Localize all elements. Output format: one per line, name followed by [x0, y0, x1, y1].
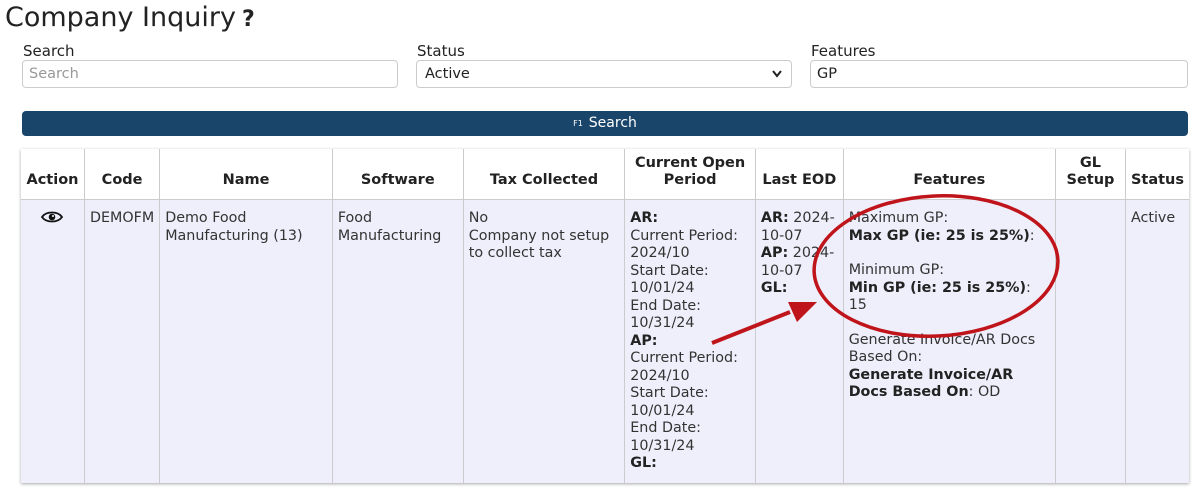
- features-cell: Maximum GP: Max GP (ie: 25 is 25%): Mini…: [842, 199, 1056, 483]
- last-eod-cell: AR: 2024-10-07 AP: 2024-10-07 GL:: [754, 199, 844, 483]
- col-status: Status: [1124, 149, 1189, 200]
- feature-gen-title: Generate Invoice/AR Docs Based On:: [848, 331, 1036, 366]
- question-icon[interactable]: ?: [242, 7, 255, 32]
- features-input[interactable]: [810, 60, 1188, 88]
- status-select-value: Active: [425, 66, 470, 82]
- tax-note: Company not setup to collect tax: [468, 227, 610, 262]
- eod-ar-label: AR:: [760, 210, 789, 226]
- col-gl-setup: GL Setup: [1054, 149, 1126, 200]
- col-last-eod: Last EOD: [754, 149, 844, 200]
- search-button-label: Search: [588, 115, 637, 131]
- search-input[interactable]: [22, 60, 398, 88]
- eod-gl-label: GL:: [760, 280, 788, 296]
- feature-min-label: Min GP (ie: 25 is 25%): [848, 279, 1027, 296]
- period-ar-start: Start Date: 10/01/24: [630, 262, 709, 297]
- col-action: Action: [21, 149, 85, 200]
- features-label: Features: [811, 42, 876, 60]
- feature-max-label: Max GP (ie: 25 is 25%): [848, 227, 1030, 244]
- action-cell: [21, 199, 85, 483]
- page-title: Company Inquiry?: [5, 2, 255, 33]
- status-label: Status: [417, 42, 465, 60]
- search-label: Search: [23, 42, 75, 60]
- period-ap-start: Start Date: 10/01/24: [630, 385, 709, 419]
- period-ar-end: End Date: 10/31/24: [630, 297, 701, 332]
- feature-gen-value: : OD: [968, 384, 1001, 400]
- period-ap-label: AP:: [630, 332, 658, 349]
- period-ar-current: Current Period: 2024/10: [630, 227, 738, 262]
- software-cell: Food Manufacturing: [331, 199, 464, 483]
- period-ap-end: End Date: 10/31/24: [630, 420, 701, 454]
- table-header-row: Action Code Name Software Tax Collected …: [21, 149, 1189, 200]
- company-table: Action Code Name Software Tax Collected …: [21, 149, 1189, 483]
- feature-max-title: Maximum GP:: [848, 210, 949, 226]
- code-cell: DEMOFM: [83, 199, 160, 483]
- search-button[interactable]: F1 Search: [22, 111, 1188, 136]
- tax-cell: No Company not setup to collect tax: [462, 199, 625, 483]
- status-select[interactable]: Active: [416, 60, 792, 88]
- col-features: Features: [842, 149, 1056, 200]
- col-software: Software: [331, 149, 464, 200]
- col-name: Name: [159, 149, 333, 200]
- chevron-down-icon: [771, 61, 783, 96]
- col-current-open-period: Current Open Period: [624, 149, 756, 200]
- gl-setup-cell: [1054, 199, 1126, 483]
- eye-icon[interactable]: [41, 210, 64, 230]
- period-ar-label: AR:: [630, 210, 659, 226]
- table-row: DEMOFM Demo Food Manufacturing (13) Food…: [21, 199, 1189, 483]
- eod-ap-label: AP:: [760, 245, 789, 261]
- col-tax-collected: Tax Collected: [462, 149, 625, 200]
- period-ap-current: Current Period: 2024/10: [630, 350, 738, 384]
- feature-max-value: :: [1029, 227, 1035, 244]
- period-gl-label: GL:: [630, 455, 657, 471]
- name-cell: Demo Food Manufacturing (13): [159, 199, 333, 483]
- col-code: Code: [83, 149, 160, 200]
- tax-value: No: [468, 210, 489, 226]
- status-cell: Active: [1124, 199, 1189, 483]
- feature-min-title: Minimum GP:: [848, 262, 945, 278]
- f1-key-hint: F1: [573, 119, 583, 128]
- current-period-cell: AR: Current Period: 2024/10 Start Date: …: [624, 199, 756, 483]
